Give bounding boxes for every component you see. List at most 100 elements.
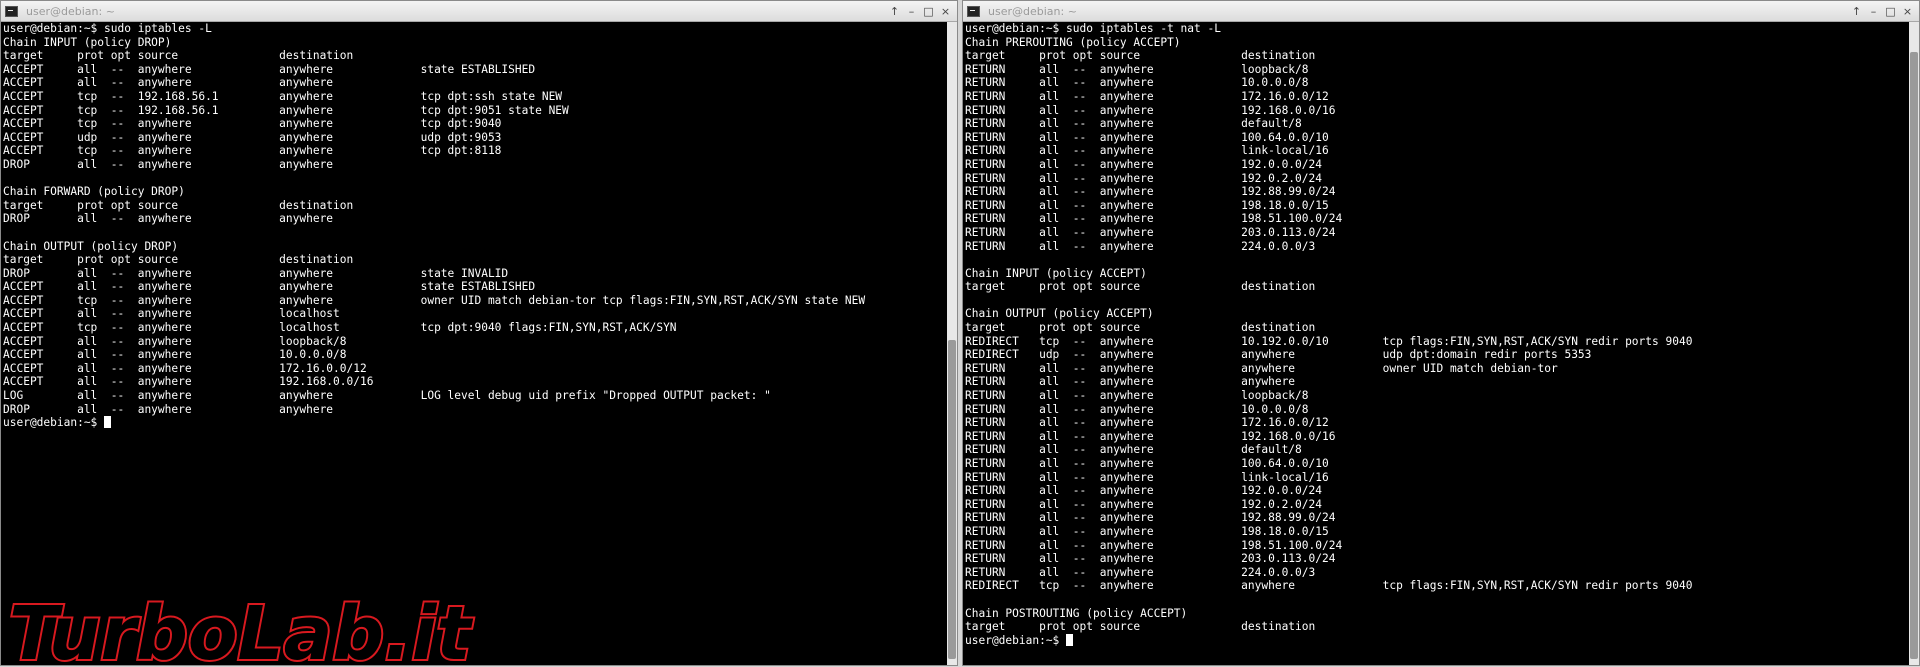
terminal-line: Chain OUTPUT (policy DROP) [3,239,179,253]
terminal-line: RETURN all -- anywhere default/8 [965,443,1302,457]
terminal-line: RETURN all -- anywhere 192.88.99.0/24 [965,511,1336,525]
terminal-line: RETURN all -- anywhere 172.16.0.0/12 [965,416,1329,430]
terminal-line: user@debian:~$ sudo iptables -L [3,22,212,35]
terminal-line: RETURN all -- anywhere anywhere [965,375,1296,389]
terminal-line: ACCEPT tcp -- anywhere anywhere tcp dpt:… [3,144,502,158]
terminal-line: RETURN all -- anywhere loopback/8 [965,389,1309,403]
terminal-line: Chain INPUT (policy DROP) [3,35,172,49]
terminal-line: RETURN all -- anywhere 10.0.0.0/8 [965,76,1309,90]
window-titlebar[interactable]: user@debian: ~ ↑ – □ × [963,1,1919,22]
terminal-line: RETURN all -- anywhere anywhere owner UI… [965,361,1558,375]
terminal-line: target prot opt source destination [965,280,1316,294]
close-button[interactable]: × [1900,4,1915,19]
terminal-line: RETURN all -- anywhere 203.0.113.0/24 [965,552,1336,566]
terminal-line: RETURN all -- anywhere 172.16.0.0/12 [965,89,1329,103]
terminal-line: ACCEPT udp -- anywhere anywhere udp dpt:… [3,130,502,144]
text-cursor [1066,633,1074,646]
terminal-line: DROP all -- anywhere anywhere [3,157,334,171]
keep-above-icon[interactable]: ↑ [1849,4,1864,19]
vertical-scrollbar[interactable] [947,22,957,665]
terminal-line: ACCEPT all -- anywhere 172.16.0.0/12 [3,361,367,375]
terminal-output[interactable]: user@debian:~$ sudo iptables -t nat -L Ch… [963,22,1909,665]
terminal-line: ACCEPT all -- anywhere localhost [3,307,340,321]
scrollbar-thumb[interactable] [948,340,956,659]
terminal-line: ACCEPT tcp -- 192.168.56.1 anywhere tcp … [3,89,563,103]
terminal-line: target prot opt source destination [965,49,1316,63]
terminal-line: user@debian:~$ sudo iptables -t nat -L [965,22,1221,35]
terminal-line: RETURN all -- anywhere 192.0.2.0/24 [965,171,1322,185]
close-button[interactable]: × [938,4,953,19]
terminal-line: ACCEPT all -- anywhere 10.0.0.0/8 [3,348,347,362]
maximize-button[interactable]: □ [1883,4,1898,19]
terminal-line: RETURN all -- anywhere 224.0.0.0/3 [965,565,1316,579]
terminal-line: RETURN all -- anywhere 10.0.0.0/8 [965,402,1309,416]
prompt-line[interactable]: user@debian:~$ [3,416,947,430]
terminal-line: ACCEPT all -- anywhere 192.168.0.0/16 [3,375,374,389]
shell-prompt: user@debian:~$ [965,633,1067,647]
shell-prompt: user@debian:~$ [3,416,105,430]
terminal-line: RETURN all -- anywhere 192.168.0.0/16 [965,429,1336,443]
terminal-line: ACCEPT all -- anywhere anywhere [3,76,334,90]
terminal-icon [967,5,980,17]
maximize-button[interactable]: □ [921,4,936,19]
terminal-line: ACCEPT tcp -- 192.168.56.1 anywhere tcp … [3,103,569,117]
terminal-line: Chain INPUT (policy ACCEPT) [965,266,1147,280]
terminal-line: RETURN all -- anywhere 192.168.0.0/16 [965,103,1336,117]
window-title: user@debian: ~ [988,4,1077,18]
terminal-line: RETURN all -- anywhere default/8 [965,117,1302,131]
terminal-line: target prot opt source destination [3,198,354,212]
terminal-line: RETURN all -- anywhere 198.18.0.0/15 [965,198,1329,212]
terminal-line: Chain POSTROUTING (policy ACCEPT) [965,606,1188,620]
terminal-line: DROP all -- anywhere anywhere [3,402,334,416]
terminal-line: RETURN all -- anywhere 198.51.100.0/24 [965,212,1343,226]
terminal-line: DROP all -- anywhere anywhere [3,212,334,226]
minimize-button[interactable]: – [904,4,919,19]
terminal-line: REDIRECT tcp -- anywhere anywhere tcp fl… [965,579,1693,593]
terminal-line: ACCEPT all -- anywhere anywhere state ES… [3,62,536,76]
watermark-text: TurboLab.it [9,591,474,667]
terminal-line: target prot opt source destination [965,620,1316,634]
terminal-output[interactable]: user@debian:~$ sudo iptables -L Chain INP… [1,22,947,665]
terminal-line: ACCEPT tcp -- anywhere anywhere tcp dpt:… [3,117,502,131]
terminal-line: RETURN all -- anywhere 203.0.113.0/24 [965,225,1336,239]
terminal-line: LOG all -- anywhere anywhere LOG level d… [3,389,771,403]
prompt-line[interactable]: user@debian:~$ [965,633,1909,648]
window-titlebar[interactable]: user@debian: ~ ↑ – □ × [1,1,957,22]
terminal-line: Chain FORWARD (policy DROP) [3,185,185,199]
terminal-line: Chain OUTPUT (policy ACCEPT) [965,307,1154,321]
text-cursor [104,416,112,429]
terminal-line: ACCEPT all -- anywhere anywhere state ES… [3,280,536,294]
terminal-line: ACCEPT tcp -- anywhere localhost tcp dpt… [3,321,677,335]
terminal-line: RETURN all -- anywhere 198.18.0.0/15 [965,524,1329,538]
terminal-line: RETURN all -- anywhere 192.0.0.0/24 [965,157,1322,171]
terminal-line: RETURN all -- anywhere 100.64.0.0/10 [965,130,1329,144]
minimize-button[interactable]: – [1866,4,1881,19]
terminal-line: target prot opt source destination [3,49,354,63]
terminal-line: RETURN all -- anywhere 224.0.0.0/3 [965,239,1316,253]
terminal-line: RETURN all -- anywhere loopback/8 [965,62,1309,76]
terminal-line: REDIRECT tcp -- anywhere 10.192.0.0/10 t… [965,334,1693,348]
terminal-window-left[interactable]: user@debian: ~ ↑ – □ × user@debian:~$ su… [0,0,958,667]
terminal-line: Chain PREROUTING (policy ACCEPT) [965,35,1181,49]
terminal-line: REDIRECT udp -- anywhere anywhere udp dp… [965,348,1592,362]
terminal-line: target prot opt source destination [965,321,1316,335]
scrollbar-thumb[interactable] [1910,52,1918,659]
terminal-line: ACCEPT tcp -- anywhere anywhere owner UI… [3,293,866,307]
terminal-line: RETURN all -- anywhere link-local/16 [965,144,1329,158]
terminal-line: RETURN all -- anywhere link-local/16 [965,470,1329,484]
terminal-line: RETURN all -- anywhere 192.0.2.0/24 [965,497,1322,511]
terminal-line: DROP all -- anywhere anywhere state INVA… [3,266,509,280]
terminal-window-right[interactable]: user@debian: ~ ↑ – □ × user@debian:~$ su… [962,0,1920,666]
terminal-lines: user@debian:~$ sudo iptables -t nat -L Ch… [963,22,1909,647]
terminal-icon [5,5,18,17]
vertical-scrollbar[interactable] [1909,22,1919,665]
window-title: user@debian: ~ [26,4,115,18]
terminal-line: RETURN all -- anywhere 100.64.0.0/10 [965,457,1329,470]
turbolab-watermark-logo: TurboLab.it [7,591,476,667]
keep-above-icon[interactable]: ↑ [887,4,902,19]
